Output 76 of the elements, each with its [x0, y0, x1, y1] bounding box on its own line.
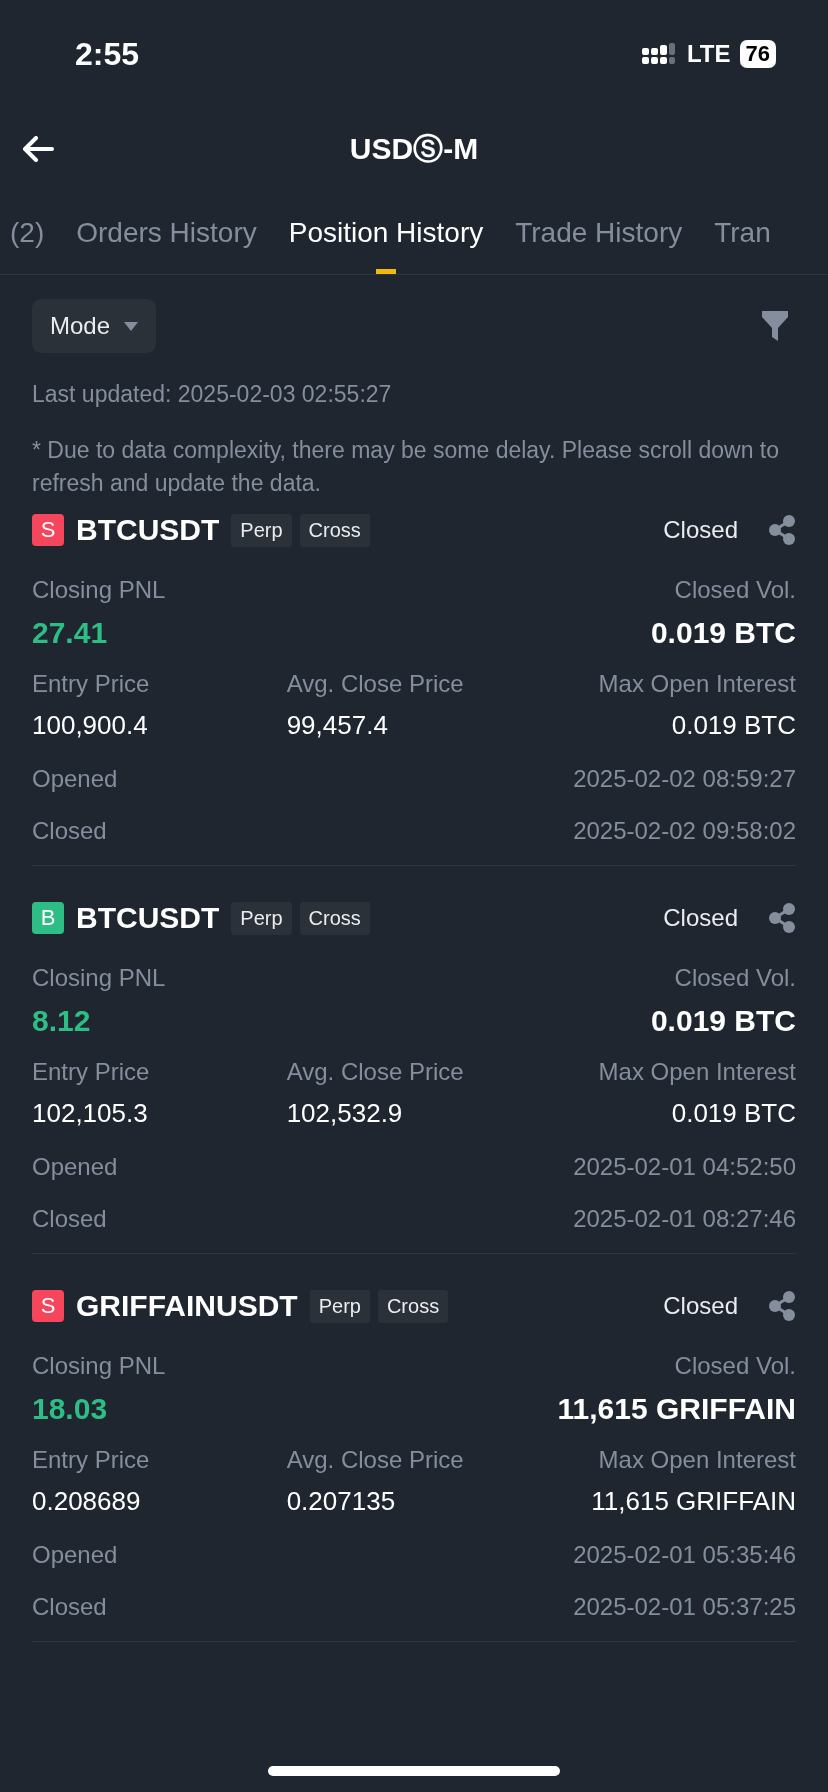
tab[interactable]: Trade History — [515, 190, 683, 274]
symbol-name: BTCUSDT — [76, 901, 220, 935]
timestamp: 2025-02-01 05:37:25 — [573, 1593, 796, 1621]
field-label: Opened — [32, 765, 118, 793]
network-label: LTE — [686, 40, 731, 68]
tab[interactable]: Orders History — [76, 190, 257, 274]
notice-text: * Due to data complexity, there may be some delay. Please scroll down to refresh and update the data. — [32, 436, 781, 498]
mode-dropdown[interactable]: Mode — [32, 299, 157, 353]
field-value: 11,615 GRIFFAIN — [591, 1486, 796, 1517]
field-label: Closed Vol. — [674, 1352, 796, 1380]
field-value: 0.019 BTC — [671, 1098, 796, 1129]
symbol-name: BTCUSDT — [76, 513, 220, 547]
tab[interactable]: (2) — [10, 190, 45, 274]
volume-value: 0.019 BTC — [650, 1004, 796, 1038]
pnl-value: 18.03 — [32, 1392, 109, 1426]
timestamp: 2025-02-01 05:35:46 — [573, 1541, 796, 1569]
status-text: Closed — [663, 516, 738, 544]
symbol-name: GRIFFAINUSDT — [76, 1289, 298, 1323]
field-label: Closing PNL — [32, 1352, 166, 1380]
caret-icon — [124, 321, 139, 331]
field-label: Closing PNL — [32, 964, 166, 992]
field-label: Entry Price — [32, 670, 151, 698]
share-icon[interactable] — [768, 515, 796, 545]
field-value: 102,105.3 — [32, 1098, 149, 1129]
tag: Cross — [299, 901, 370, 935]
filter-icon[interactable] — [762, 311, 788, 341]
timestamp: 2025-02-01 08:27:46 — [573, 1205, 796, 1233]
page-title: USDⓈ-M — [349, 130, 479, 167]
side-badge: S — [32, 514, 64, 546]
status-text: Closed — [663, 1292, 738, 1320]
field-label: Entry Price — [32, 1058, 151, 1086]
pnl-value: 8.12 — [32, 1004, 92, 1038]
field-label: Entry Price — [32, 1446, 151, 1474]
last-updated-text: Last updated: 2025-02-03 02:55:27 — [32, 381, 393, 408]
timestamp: 2025-02-01 04:52:50 — [573, 1153, 796, 1181]
field-label: Max Open Interest — [598, 1446, 796, 1474]
field-value: 100,900.4 — [32, 710, 149, 741]
tab[interactable]: Tran — [714, 190, 771, 274]
field-value: 102,532.9 — [286, 1098, 404, 1129]
field-label: Closed Vol. — [674, 964, 796, 992]
field-label: Opened — [32, 1541, 118, 1569]
field-value: 0.207135 — [286, 1486, 397, 1517]
signal-icon — [641, 43, 678, 65]
field-label: Avg. Close Price — [286, 1446, 465, 1474]
tag: Perp — [231, 513, 292, 547]
status-time: 2:55 — [75, 35, 140, 73]
field-value: 0.208689 — [32, 1486, 142, 1517]
field-label: Max Open Interest — [598, 670, 796, 698]
field-label: Closed — [32, 1205, 107, 1233]
timestamp: 2025-02-02 09:58:02 — [573, 817, 796, 845]
field-label: Avg. Close Price — [286, 1058, 465, 1086]
tab[interactable]: Position History — [288, 190, 484, 274]
field-value: 99,457.4 — [286, 710, 389, 741]
field-label: Closed — [32, 1593, 107, 1621]
field-value: 0.019 BTC — [671, 710, 796, 741]
tag: Cross — [299, 513, 370, 547]
field-label: Max Open Interest — [598, 1058, 796, 1086]
volume-value: 0.019 BTC — [650, 616, 796, 650]
side-badge: B — [32, 902, 64, 934]
battery-indicator: 76 — [739, 40, 776, 68]
side-badge: S — [32, 1290, 64, 1322]
tag: Perp — [309, 1289, 370, 1323]
status-text: Closed — [663, 904, 738, 932]
tag: Cross — [377, 1289, 449, 1323]
field-label: Closed — [32, 817, 107, 845]
pnl-value: 27.41 — [32, 616, 109, 650]
field-label: Avg. Close Price — [286, 670, 465, 698]
share-icon[interactable] — [768, 1291, 796, 1321]
field-label: Closed Vol. — [674, 576, 796, 604]
timestamp: 2025-02-02 08:59:27 — [573, 765, 796, 793]
volume-value: 11,615 GRIFFAIN — [557, 1392, 796, 1426]
field-label: Opened — [32, 1153, 118, 1181]
back-arrow-icon[interactable] — [22, 136, 54, 162]
share-icon[interactable] — [768, 903, 796, 933]
field-label: Closing PNL — [32, 576, 166, 604]
tag: Perp — [231, 901, 292, 935]
